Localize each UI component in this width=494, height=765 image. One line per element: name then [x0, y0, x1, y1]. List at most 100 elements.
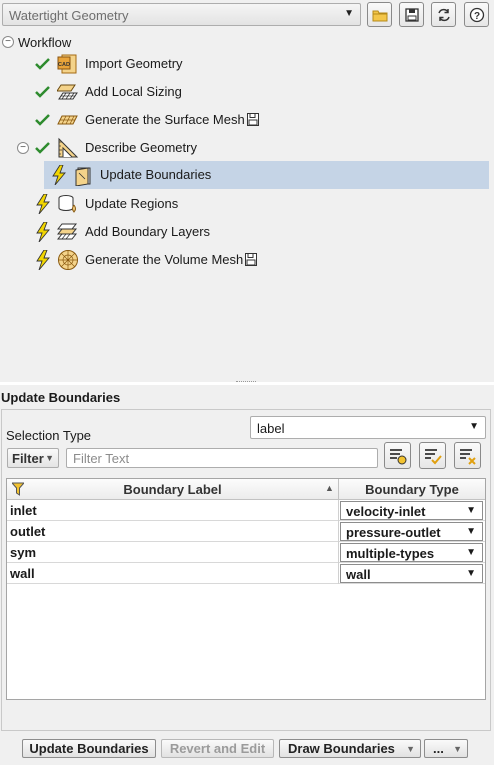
add-filter-button[interactable]: [384, 442, 411, 469]
table-row[interactable]: inlet velocity-inlet ▼: [7, 500, 485, 521]
boundaries-panel-icon: [73, 164, 95, 187]
selection-type-label: Selection Type: [6, 428, 92, 443]
check-icon: [34, 82, 52, 102]
more-options-button[interactable]: ... ▼: [424, 739, 468, 758]
workflow-item-import-geometry[interactable]: CAD Import Geometry: [0, 51, 494, 77]
lightning-bolt-icon: [50, 165, 68, 185]
lightning-bolt-icon: [34, 194, 52, 214]
update-boundaries-button[interactable]: Update Boundaries: [22, 739, 156, 758]
filter-dropdown-button[interactable]: Filter ▼: [7, 448, 59, 468]
boundary-table: Boundary Label ▲ Boundary Type inlet vel…: [6, 478, 486, 700]
chevron-down-icon: ▼: [453, 744, 462, 754]
sort-ascending-icon: ▲: [325, 483, 334, 493]
save-icon: [404, 7, 419, 22]
column-header-boundary-type[interactable]: Boundary Type: [339, 479, 485, 500]
revert-and-edit-button[interactable]: Revert and Edit: [161, 739, 274, 758]
boundary-type-select[interactable]: multiple-types ▼: [340, 543, 483, 562]
list-check-icon: [424, 448, 442, 464]
workflow-item-generate-volume-mesh[interactable]: Generate the Volume Mesh: [0, 247, 494, 273]
action-bar: Update Boundaries Revert and Edit Draw B…: [0, 735, 494, 765]
svg-text:CAD: CAD: [58, 62, 70, 68]
check-icon: [34, 110, 52, 130]
boundary-type-select[interactable]: wall ▼: [340, 564, 483, 583]
workflow-toolbar: Watertight Geometry ▼ ?: [0, 0, 494, 32]
help-button[interactable]: ?: [464, 2, 489, 27]
open-workflow-button[interactable]: [367, 2, 392, 27]
chevron-down-icon: ▼: [466, 547, 476, 558]
selection-type-value: label: [257, 421, 285, 436]
column-header-boundary-label[interactable]: Boundary Label: [7, 479, 338, 500]
workflow-collapse-toggle[interactable]: −: [2, 36, 14, 48]
lightning-bolt-icon: [34, 250, 52, 270]
panel-content: Selection Type label ▼ Filter ▼ Filter T…: [1, 409, 491, 731]
boundary-label-cell: outlet: [10, 524, 46, 539]
chevron-down-icon: ▼: [469, 421, 479, 432]
selection-type-select[interactable]: label ▼: [250, 416, 486, 439]
boundary-type-select[interactable]: pressure-outlet ▼: [340, 522, 483, 541]
workflow-type-select[interactable]: Watertight Geometry ▼: [2, 3, 361, 26]
boundary-type-value: pressure-outlet: [346, 525, 441, 540]
boundary-type-value: wall: [346, 567, 371, 582]
workflow-item-generate-surface-mesh[interactable]: Generate the Surface Mesh: [0, 107, 494, 133]
lightning-bolt-icon: [34, 222, 52, 242]
table-row[interactable]: outlet pressure-outlet ▼: [7, 521, 485, 542]
filter-button-label: Filter: [12, 451, 44, 466]
boundary-type-value: velocity-inlet: [346, 504, 426, 519]
cad-import-icon: CAD: [57, 53, 79, 75]
chevron-down-icon: ▼: [45, 453, 54, 463]
save-workflow-button[interactable]: [399, 2, 424, 27]
help-glyph: ?: [473, 11, 479, 22]
open-folder-icon: [372, 10, 387, 21]
workflow-item-label: Add Local Sizing: [85, 84, 182, 99]
boundary-label-cell: inlet: [10, 503, 37, 518]
boundary-label-cell: sym: [10, 545, 37, 560]
boundary-layers-icon: [56, 221, 79, 243]
refresh-icon: [437, 8, 450, 21]
chevron-down-icon: ▼: [344, 8, 354, 19]
boundary-type-value: multiple-types: [346, 546, 435, 561]
more-options-label: ...: [433, 741, 444, 756]
save-icon: [247, 113, 259, 126]
save-icon: [245, 253, 257, 266]
task-panel: Update Boundaries Selection Type label ▼…: [0, 385, 494, 735]
list-add-icon: [389, 448, 406, 464]
boundary-label-cell: wall: [10, 566, 35, 581]
geometry-triangle-icon: [57, 137, 79, 159]
chevron-down-icon: ▼: [466, 568, 476, 579]
filter-text-input[interactable]: [67, 449, 377, 467]
workflow-item-label: Import Geometry: [85, 56, 183, 71]
filter-text-field[interactable]: [66, 448, 378, 468]
table-header: Boundary Label ▲ Boundary Type: [7, 479, 485, 500]
check-icon: [34, 138, 52, 158]
workflow-tree: − Workflow CAD Import Geometry Add Local…: [0, 32, 494, 382]
clear-filter-button[interactable]: [454, 442, 481, 469]
chevron-down-icon: ▼: [466, 505, 476, 516]
workflow-item-add-boundary-layers[interactable]: Add Boundary Layers: [0, 219, 494, 245]
surface-mesh-icon: [57, 109, 79, 131]
sizing-grid-icon: [56, 81, 79, 103]
boundary-type-select[interactable]: velocity-inlet ▼: [340, 501, 483, 520]
draw-boundaries-label: Draw Boundaries: [288, 741, 395, 756]
chevron-down-icon: ▼: [466, 526, 476, 537]
workflow-item-label: Describe Geometry: [85, 140, 197, 155]
chevron-down-icon: ▼: [406, 744, 415, 754]
panel-splitter-handle[interactable]: [236, 381, 256, 383]
regions-cylinder-icon: [57, 193, 79, 215]
help-icon: ?: [469, 7, 484, 22]
workflow-item-update-boundaries[interactable]: Update Boundaries: [44, 161, 489, 189]
workflow-item-label: Add Boundary Layers: [85, 224, 211, 239]
workflow-item-label: Generate the Surface Mesh: [85, 112, 245, 127]
check-icon: [34, 54, 52, 74]
workflow-root-label: Workflow: [18, 35, 72, 50]
workflow-item-add-local-sizing[interactable]: Add Local Sizing: [0, 79, 494, 105]
revert-workflow-button[interactable]: [431, 2, 456, 27]
table-row[interactable]: sym multiple-types ▼: [7, 542, 485, 563]
apply-filter-button[interactable]: [419, 442, 446, 469]
list-clear-icon: [459, 448, 476, 465]
volume-mesh-sphere-icon: [57, 249, 79, 271]
draw-boundaries-button[interactable]: Draw Boundaries ▼: [279, 739, 421, 758]
workflow-item-describe-geometry[interactable]: Describe Geometry: [0, 135, 494, 161]
workflow-item-update-regions[interactable]: Update Regions: [0, 191, 494, 217]
workflow-item-label: Generate the Volume Mesh: [85, 252, 244, 267]
table-row[interactable]: wall wall ▼: [7, 563, 485, 584]
